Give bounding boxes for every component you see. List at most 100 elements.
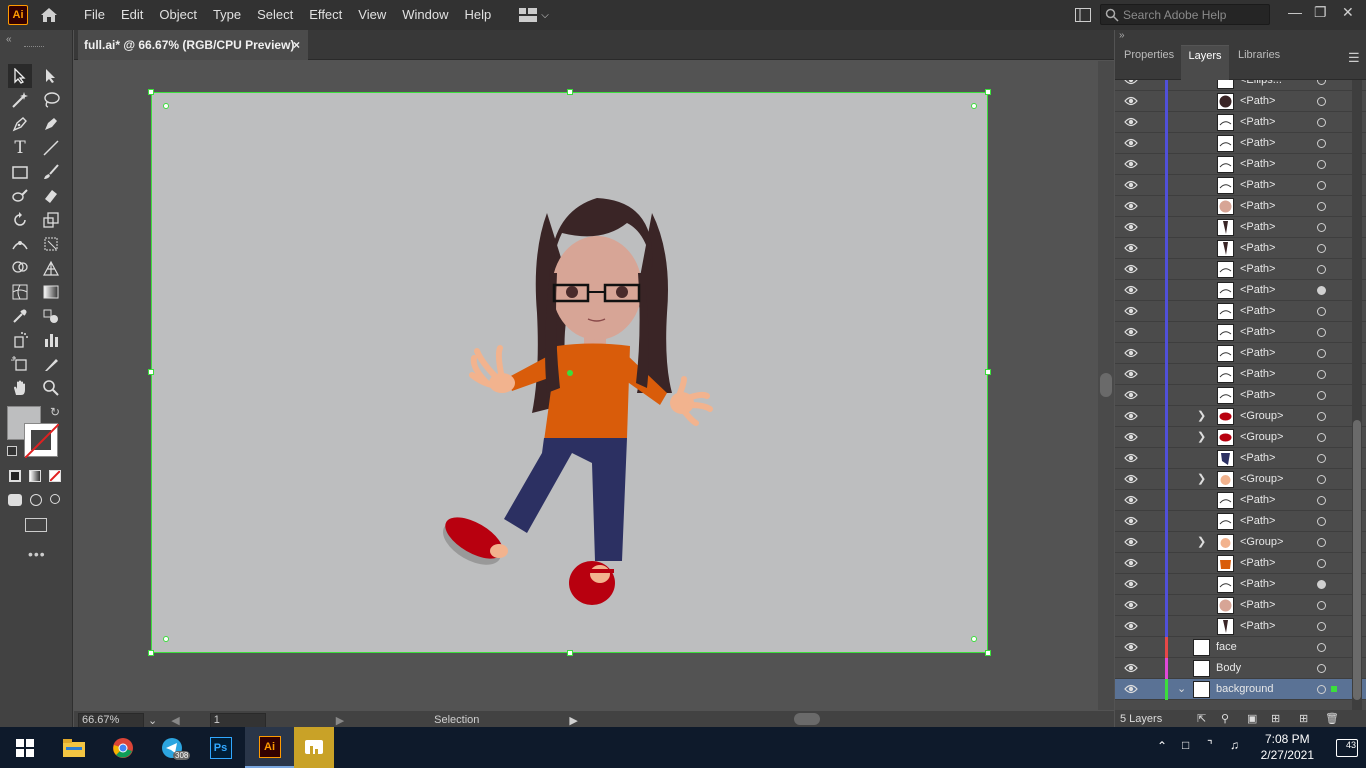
target-circle[interactable] — [1317, 286, 1326, 295]
sublayer-row[interactable]: <Path> — [1115, 553, 1366, 574]
type-tool-icon[interactable]: T — [8, 136, 32, 160]
draw-behind-icon[interactable] — [30, 494, 42, 506]
corner-widget[interactable] — [163, 103, 169, 109]
target-circle[interactable] — [1317, 601, 1326, 610]
sublayer-row[interactable]: <Path> — [1115, 364, 1366, 385]
direct-selection-tool-icon[interactable] — [39, 64, 63, 88]
export-icon[interactable]: ⇱ — [1197, 712, 1206, 725]
blend-tool-icon[interactable] — [39, 304, 63, 328]
selection-indicator[interactable] — [1331, 686, 1337, 692]
color-mode-icon[interactable] — [9, 470, 21, 482]
sublayer-row[interactable]: <Ellips... — [1115, 80, 1366, 91]
chevron-right-icon[interactable]: ❯ — [1197, 430, 1206, 443]
visibility-eye-icon[interactable] — [1124, 242, 1138, 254]
mesh-tool-icon[interactable] — [8, 280, 32, 304]
start-button[interactable] — [0, 727, 49, 768]
visibility-eye-icon[interactable] — [1124, 116, 1138, 128]
none-mode-icon[interactable] — [49, 470, 61, 482]
more-tools-icon[interactable]: ••• — [28, 546, 46, 562]
chevron-right-icon[interactable]: ❯ — [1197, 535, 1206, 548]
target-circle[interactable] — [1317, 181, 1326, 190]
visibility-eye-icon[interactable] — [1124, 620, 1138, 632]
chevron-right-icon[interactable]: ❯ — [1197, 472, 1206, 485]
sublayer-row[interactable]: <Path> — [1115, 448, 1366, 469]
new-layer-icon[interactable]: ⊞ — [1299, 712, 1308, 725]
visibility-eye-icon[interactable] — [1124, 536, 1138, 548]
home-icon[interactable] — [38, 4, 60, 26]
status-menu-icon[interactable]: ▶ — [569, 714, 577, 727]
visibility-eye-icon[interactable] — [1124, 452, 1138, 464]
visibility-eye-icon[interactable] — [1124, 368, 1138, 380]
magic-wand-tool-icon[interactable] — [8, 88, 32, 112]
zoom-tool-icon[interactable] — [39, 376, 63, 400]
target-circle[interactable] — [1317, 517, 1326, 526]
sublayer-row[interactable]: <Path> — [1115, 196, 1366, 217]
panel-menu-icon[interactable]: ☰ — [1348, 50, 1360, 66]
panel-toggle-icon[interactable] — [1075, 8, 1091, 22]
paintbrush-tool-icon[interactable] — [39, 160, 63, 184]
hand-tool-icon[interactable] — [8, 376, 32, 400]
artboard-tool-icon[interactable] — [8, 352, 32, 376]
target-circle[interactable] — [1317, 433, 1326, 442]
telegram-icon[interactable]: 308 — [147, 727, 196, 768]
visibility-eye-icon[interactable] — [1124, 473, 1138, 485]
vertical-scrollbar[interactable] — [1098, 61, 1114, 710]
workspace-switcher[interactable]: ⌵ — [519, 8, 549, 22]
artboard[interactable] — [148, 89, 991, 656]
restore-button[interactable]: ❐ — [1314, 4, 1327, 21]
locate-object-icon[interactable]: ⚲ — [1221, 712, 1229, 725]
visibility-eye-icon[interactable] — [1124, 683, 1138, 695]
next-artboard-icon[interactable]: ▶ — [336, 714, 344, 727]
sublayer-row[interactable]: <Path> — [1115, 280, 1366, 301]
chevron-up-icon[interactable]: ⌃ — [1157, 739, 1167, 753]
corner-widget[interactable] — [971, 636, 977, 642]
target-circle[interactable] — [1317, 370, 1326, 379]
target-circle[interactable] — [1317, 622, 1326, 631]
default-colors-icon[interactable] — [7, 446, 17, 456]
visibility-eye-icon[interactable] — [1124, 221, 1138, 233]
battery-icon[interactable]: □ — [1182, 738, 1189, 752]
menu-select[interactable]: Select — [249, 0, 301, 30]
sublayer-row[interactable]: <Path> — [1115, 154, 1366, 175]
first-artboard-icon[interactable]: ◀ — [171, 714, 179, 727]
target-circle[interactable] — [1317, 475, 1326, 484]
layer-row[interactable]: face — [1115, 637, 1366, 658]
panel-scrollbar[interactable] — [1352, 80, 1362, 720]
visibility-eye-icon[interactable] — [1124, 347, 1138, 359]
visibility-eye-icon[interactable] — [1124, 179, 1138, 191]
gradient-mode-icon[interactable] — [29, 470, 41, 482]
slice-tool-icon[interactable] — [39, 352, 63, 376]
screen-recorder-icon[interactable] — [294, 727, 334, 768]
clipping-mask-icon[interactable]: ▣ — [1247, 712, 1257, 725]
sublayer-row[interactable]: <Path> — [1115, 175, 1366, 196]
target-circle[interactable] — [1317, 559, 1326, 568]
visibility-eye-icon[interactable] — [1124, 557, 1138, 569]
target-circle[interactable] — [1317, 139, 1326, 148]
handle-bc[interactable] — [567, 650, 573, 656]
scale-tool-icon[interactable] — [39, 208, 63, 232]
new-sublayer-icon[interactable]: ⊞ — [1271, 712, 1280, 725]
tab-properties[interactable]: Properties — [1120, 45, 1178, 80]
visibility-eye-icon[interactable] — [1124, 662, 1138, 674]
corner-widget[interactable] — [971, 103, 977, 109]
sublayer-row[interactable]: <Path> — [1115, 259, 1366, 280]
artboard-number-field[interactable]: 1 — [209, 712, 266, 728]
close-window-button[interactable]: ✕ — [1342, 4, 1354, 21]
draw-inside-icon[interactable] — [50, 494, 60, 504]
sublayer-row[interactable]: <Path> — [1115, 574, 1366, 595]
target-circle[interactable] — [1317, 118, 1326, 127]
curvature-tool-icon[interactable] — [39, 112, 63, 136]
sublayer-row[interactable]: <Path> — [1115, 595, 1366, 616]
grip-icon[interactable] — [24, 46, 44, 49]
target-circle[interactable] — [1317, 349, 1326, 358]
handle-bl[interactable] — [148, 650, 154, 656]
menu-window[interactable]: Window — [394, 0, 456, 30]
sublayer-row[interactable]: ❯ <Group> — [1115, 469, 1366, 490]
target-circle[interactable] — [1317, 454, 1326, 463]
visibility-eye-icon[interactable] — [1124, 578, 1138, 590]
corner-widget[interactable] — [163, 636, 169, 642]
file-explorer-icon[interactable] — [49, 727, 98, 768]
zoom-field[interactable]: 66.67% — [78, 712, 144, 728]
visibility-eye-icon[interactable] — [1124, 263, 1138, 275]
collapse-panel-icon[interactable]: » — [1119, 30, 1125, 41]
